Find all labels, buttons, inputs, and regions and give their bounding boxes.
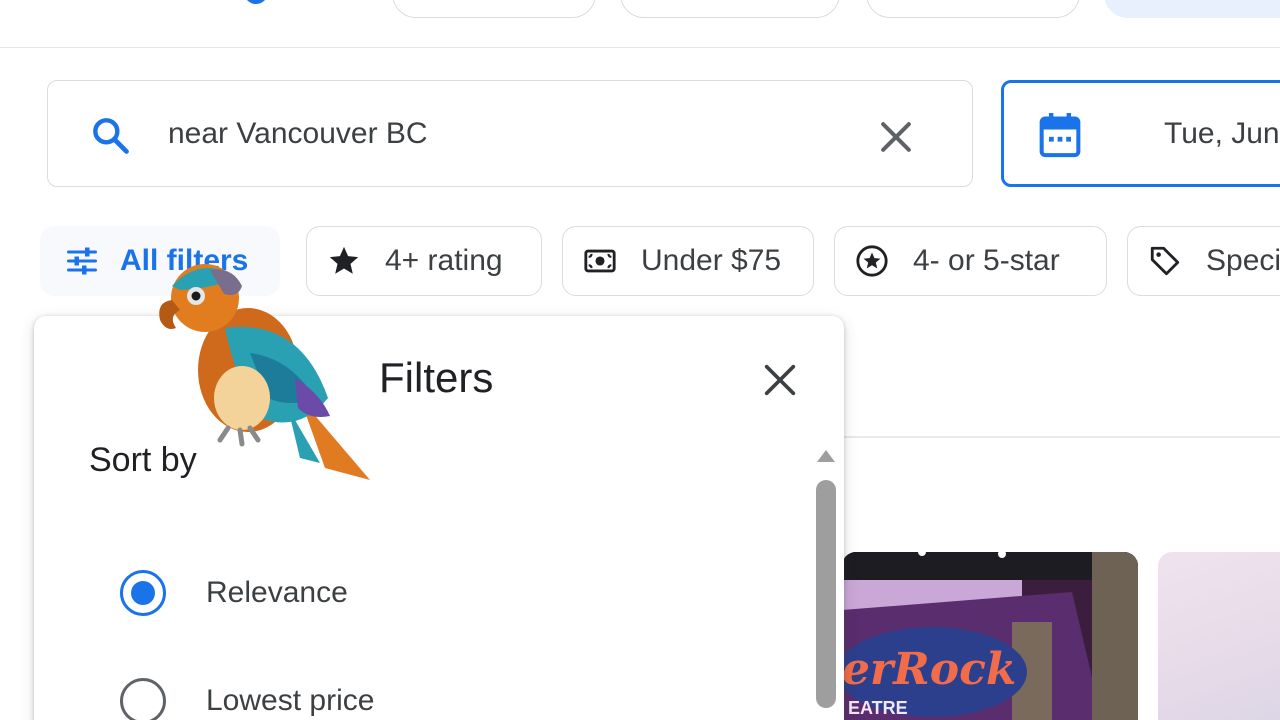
calendar-icon	[1039, 113, 1081, 158]
active-tab-indicator	[244, 0, 268, 4]
search-input[interactable]: near Vancouver BC	[168, 117, 428, 151]
date-value: Tue, Jun	[1164, 117, 1280, 150]
money-icon	[584, 249, 616, 273]
hotel-photo: erRock EATRE	[842, 552, 1138, 720]
chip-label: 4- or 5-star	[913, 244, 1060, 277]
chip-label: 4+ rating	[385, 244, 503, 277]
chip-label: Under $75	[641, 244, 782, 277]
sort-option-label: Relevance	[206, 576, 348, 609]
tag-icon	[1150, 246, 1180, 276]
hotel-thumbnail[interactable]	[1158, 552, 1280, 720]
nav-pill-3[interactable]	[866, 0, 1080, 18]
sort-option-lowest-price[interactable]: Lowest price	[120, 678, 374, 720]
divider	[0, 47, 1280, 48]
divider	[842, 436, 1280, 438]
parrot-sticker	[159, 264, 370, 480]
chip-special-offers[interactable]: Speci	[1127, 226, 1280, 296]
tune-icon	[67, 247, 97, 275]
check-in-date-field[interactable]: Tue, Jun	[1001, 80, 1280, 187]
chip-label: Speci	[1206, 244, 1280, 277]
sort-option-relevance[interactable]: Relevance	[120, 570, 348, 616]
star-circle-icon	[856, 245, 888, 277]
search-icon	[93, 118, 129, 154]
chip-price[interactable]: Under $75	[562, 226, 814, 296]
sign-subtext: EATRE	[848, 698, 908, 718]
search-box[interactable]: near Vancouver BC	[47, 80, 973, 187]
sort-option-label: Lowest price	[206, 684, 375, 717]
chip-hotel-class[interactable]: 4- or 5-star	[834, 226, 1107, 296]
radio-unselected[interactable]	[120, 678, 166, 720]
scroll-up-arrow-icon[interactable]	[816, 448, 836, 464]
scrollbar-thumb[interactable]	[816, 480, 836, 708]
sign-text: erRock	[842, 644, 1016, 695]
nav-pill-2[interactable]	[620, 0, 840, 18]
top-navigation	[0, 0, 1280, 48]
close-icon[interactable]	[874, 115, 918, 159]
radio-selected[interactable]	[120, 570, 166, 616]
nav-pill-4[interactable]	[1104, 0, 1280, 18]
hotel-thumbnail[interactable]: erRock EATRE	[842, 552, 1138, 720]
close-icon[interactable]	[760, 360, 800, 400]
nav-pill-1[interactable]	[392, 0, 596, 18]
panel-title: Filters	[379, 354, 494, 401]
